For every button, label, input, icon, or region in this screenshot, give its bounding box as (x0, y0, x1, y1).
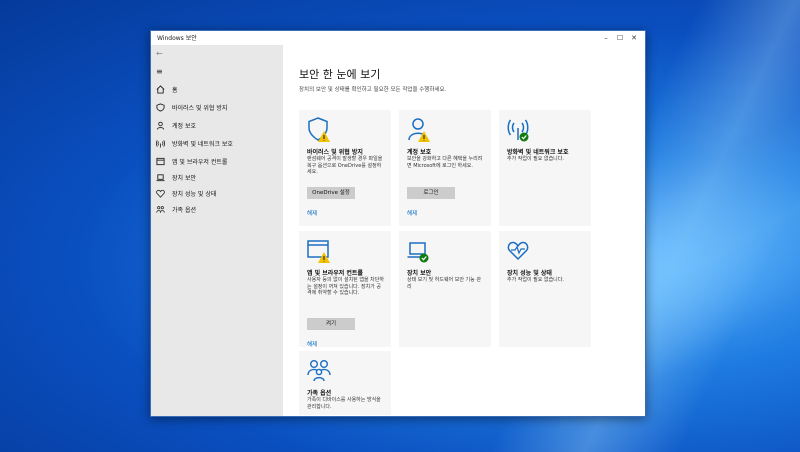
heartbeat-icon (507, 241, 529, 261)
card-description: 가족이 디바이스를 사용하는 방식을 관리합니다. (307, 397, 381, 410)
card-app-browser[interactable]: 앱 및 브라우저 컨트롤 사용자 등의 없이 설치된 앱을 차단하는 설정이 꺼… (299, 231, 391, 348)
sign-in-button[interactable]: 로그인 (407, 187, 455, 199)
dismiss-link[interactable]: 해제 (307, 340, 317, 348)
sidebar-item-app-browser[interactable]: 앱 및 브라우저 컨트롤 (151, 155, 283, 169)
wifi-ok-icon (507, 119, 529, 142)
card-title: 장치 성능 및 상태 (507, 270, 552, 277)
sidebar-item-label: 앱 및 브라우저 컨트롤 (172, 159, 228, 166)
person-warning-icon (408, 118, 430, 142)
windows-security-window: Windows 보안 – ☐ ✕ ← ≡ 홈 바이러스 및 위협 방지 계정 보… (150, 30, 646, 417)
sidebar-item-firewall[interactable]: 방화벽 및 네트워크 보호 (151, 137, 283, 151)
hamburger-menu-icon[interactable]: ≡ (156, 67, 163, 76)
title-bar: Windows 보안 – ☐ ✕ (151, 31, 645, 45)
card-title: 앱 및 브라우저 컨트롤 (307, 270, 363, 277)
card-title: 장치 보안 (407, 270, 432, 277)
family-icon (307, 360, 331, 382)
window-title: Windows 보안 (157, 35, 197, 42)
person-icon (156, 121, 165, 130)
sidebar-item-label: 가족 옵션 (172, 207, 196, 214)
sidebar-item-label: 장치 보안 (172, 175, 196, 182)
browser-warning-icon (307, 240, 330, 263)
gear-icon (156, 416, 165, 417)
card-device-health[interactable]: 장치 성능 및 상태 추가 작업이 필요 없습니다. (499, 231, 591, 347)
maximize-button[interactable]: ☐ (613, 32, 627, 44)
card-description: 추가 작업이 필요 없습니다. (507, 277, 564, 283)
dismiss-link[interactable]: 해제 (307, 209, 317, 217)
card-title: 바이러스 및 위협 방지 (307, 149, 363, 156)
dismiss-link[interactable]: 해제 (407, 209, 417, 217)
sidebar-item-label: 홈 (172, 87, 178, 94)
main-content: 보안 한 눈에 보기 장치의 보안 및 상태를 확인하고 필요한 모든 작업을 … (283, 45, 645, 416)
sidebar-item-label: 계정 보호 (172, 123, 196, 130)
minimize-button[interactable]: – (599, 32, 613, 44)
sidebar-item-label: 바이러스 및 위협 방지 (172, 105, 228, 112)
sidebar-item-account-protection[interactable]: 계정 보호 (151, 119, 283, 133)
heart-icon (156, 189, 165, 198)
sidebar-item-settings[interactable]: 설정 (151, 414, 283, 417)
family-icon (156, 206, 165, 213)
card-virus-protection[interactable]: 바이러스 및 위협 방지 랜섬웨어 공격이 발생할 경우 파일을 복구 옵션으로… (299, 110, 391, 226)
sidebar-item-home[interactable]: 홈 (151, 83, 283, 97)
onedrive-setup-button[interactable]: OneDrive 설정 (307, 187, 355, 199)
card-firewall[interactable]: 방화벽 및 네트워크 보호 추가 작업이 필요 없습니다. (499, 110, 591, 226)
card-device-security[interactable]: 장치 보안 상태 보기 및 하드웨어 보안 기능 관리 (399, 231, 491, 347)
card-description: 추가 작업이 필요 없습니다. (507, 156, 564, 162)
card-description: 상태 보기 및 하드웨어 보안 기능 관리 (407, 277, 481, 290)
page-subtitle: 장치의 보안 및 상태를 확인하고 필요한 모든 작업을 수행하세요. (299, 87, 447, 93)
browser-icon (156, 157, 165, 166)
card-description: 보안을 강화하고 다른 혜택을 누리려면 Microsoft에 로그인 하세요. (407, 156, 483, 169)
laptop-icon (156, 174, 165, 182)
close-button[interactable]: ✕ (627, 32, 641, 44)
shield-warning-icon (308, 117, 330, 142)
card-account-protection[interactable]: 계정 보호 보안을 강화하고 다른 혜택을 누리려면 Microsoft에 로그… (399, 110, 491, 226)
sidebar-settings-label: 설정 (172, 416, 183, 417)
sidebar-item-virus-protection[interactable]: 바이러스 및 위협 방지 (151, 101, 283, 115)
laptop-ok-icon (407, 242, 429, 263)
home-icon (156, 85, 165, 94)
sidebar-item-device-security[interactable]: 장치 보안 (151, 171, 283, 185)
shield-icon (156, 103, 165, 112)
sidebar-item-label: 방화벽 및 네트워크 보호 (172, 141, 233, 148)
card-title: 방화벽 및 네트워크 보호 (507, 149, 569, 156)
card-title: 계정 보호 (407, 149, 432, 156)
card-description: 랜섬웨어 공격이 발생할 경우 파일을 복구 옵션으로 OneDrive를 설정… (307, 156, 383, 175)
wifi-icon (156, 140, 165, 148)
card-title: 가족 옵션 (307, 390, 332, 397)
sidebar-item-device-health[interactable]: 장치 성능 및 상태 (151, 187, 283, 201)
page-title: 보안 한 눈에 보기 (299, 68, 381, 81)
sidebar-item-family-options[interactable]: 가족 옵션 (151, 203, 283, 217)
turn-on-button[interactable]: 켜기 (307, 318, 355, 330)
card-family-options[interactable]: 가족 옵션 가족이 디바이스를 사용하는 방식을 관리합니다. (299, 351, 391, 415)
back-arrow-icon[interactable]: ← (156, 49, 163, 58)
sidebar: ← ≡ 홈 바이러스 및 위협 방지 계정 보호 방화벽 및 네트워크 보호 앱… (151, 45, 283, 417)
sidebar-item-label: 장치 성능 및 상태 (172, 191, 217, 198)
card-description: 사용자 등의 없이 설치된 앱을 차단하는 설정이 꺼져 있습니다. 장치가 공… (307, 277, 384, 296)
